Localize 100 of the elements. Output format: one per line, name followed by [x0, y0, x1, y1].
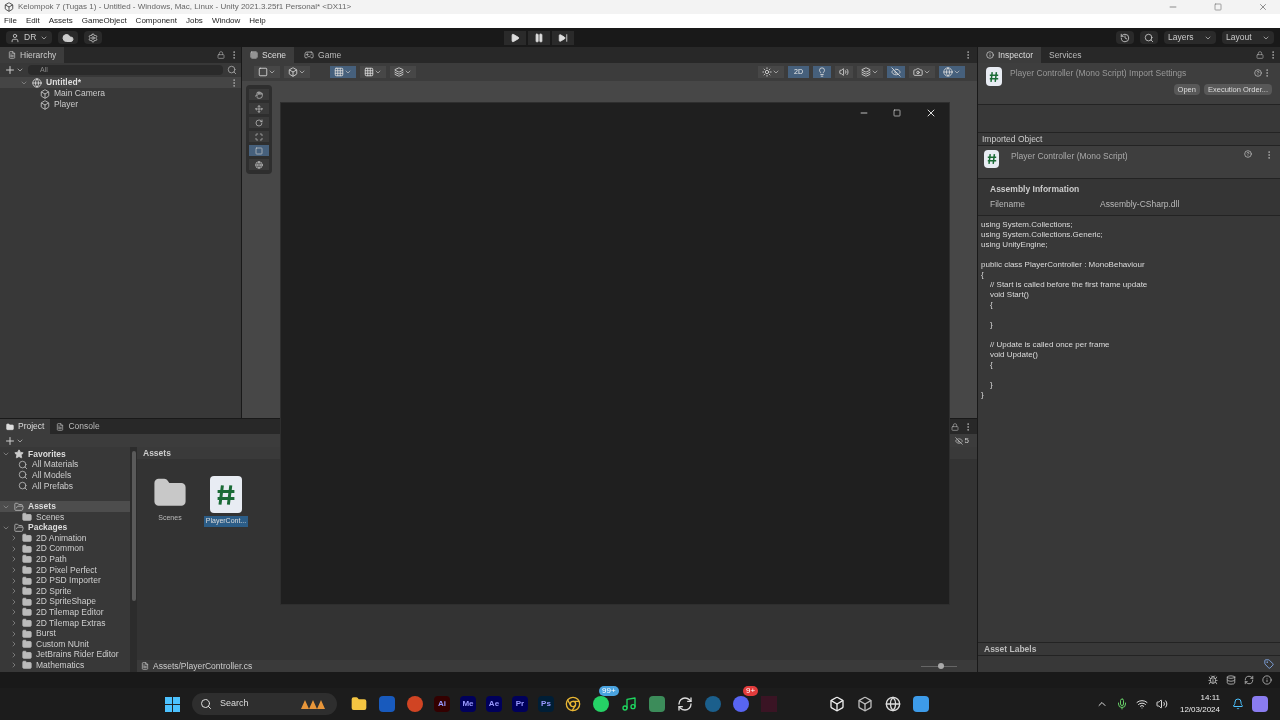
microphone-icon[interactable]: [1115, 698, 1128, 710]
project-tree-item[interactable]: Favorites: [0, 449, 130, 460]
menu-item[interactable]: Jobs: [185, 15, 203, 27]
grid-button[interactable]: [330, 66, 356, 78]
shading-button[interactable]: [284, 66, 310, 78]
menu-item[interactable]: Component: [135, 15, 177, 27]
menu-item[interactable]: Help: [249, 15, 266, 27]
audio-button[interactable]: [835, 66, 853, 78]
help-icon[interactable]: [1244, 150, 1252, 158]
project-tree-item[interactable]: All Models: [0, 470, 130, 481]
chat-app-icon[interactable]: [593, 696, 609, 712]
hierarchy-tab[interactable]: Hierarchy: [0, 47, 65, 63]
panel-tab[interactable]: Console: [50, 419, 106, 434]
cloud-button[interactable]: [58, 31, 79, 44]
app-icon[interactable]: Ae: [486, 696, 502, 712]
view-tab[interactable]: Game: [296, 47, 350, 63]
app-icon[interactable]: Ai: [434, 696, 450, 712]
inspector-tab[interactable]: Inspector: [978, 47, 1041, 63]
add-button[interactable]: [4, 64, 24, 76]
project-tree-item[interactable]: Burst: [0, 628, 130, 639]
project-tree-item[interactable]: 2D Path: [0, 554, 130, 565]
tool-button[interactable]: [249, 159, 269, 170]
layers-dropdown[interactable]: Layers: [1164, 31, 1216, 44]
lock-icon[interactable]: [951, 422, 959, 431]
volume-icon[interactable]: [1155, 698, 1168, 710]
clock-date[interactable]: 12/03/2024: [1179, 704, 1220, 716]
project-tree-item[interactable]: 2D SpriteShape: [0, 596, 130, 608]
sync-icon[interactable]: [677, 696, 693, 712]
bug-icon[interactable]: [1208, 675, 1218, 685]
scrollbar[interactable]: [130, 447, 137, 672]
cube-icon[interactable]: [857, 696, 873, 712]
search-icon[interactable]: [227, 65, 237, 75]
photos-icon[interactable]: [913, 696, 929, 712]
search-box[interactable]: Search: [192, 693, 337, 715]
render-button[interactable]: [758, 66, 785, 78]
music-app-icon[interactable]: [621, 696, 637, 712]
project-tree-item[interactable]: 2D Sprite: [0, 585, 130, 597]
steam-icon[interactable]: [705, 696, 721, 712]
panel-tab[interactable]: Project: [0, 419, 51, 434]
copilot-icon[interactable]: [1252, 696, 1268, 712]
menu-item[interactable]: File: [4, 15, 17, 27]
notifications-icon[interactable]: [1232, 698, 1244, 710]
close-icon[interactable]: [925, 107, 937, 119]
clock-time[interactable]: 14:11: [1200, 692, 1220, 704]
project-tree-item[interactable]: Assets: [0, 501, 130, 512]
project-tree-item[interactable]: 2D Tilemap Extras: [0, 617, 130, 629]
search-button[interactable]: [1140, 31, 1158, 44]
project-tree-item[interactable]: 2D Pixel Perfect: [0, 564, 130, 576]
project-tree-item[interactable]: Custom NUnit: [0, 638, 130, 650]
tool-button[interactable]: [249, 89, 269, 100]
refresh-icon[interactable]: [1244, 675, 1254, 685]
inspector-tab[interactable]: Services: [1040, 47, 1090, 63]
view-tab[interactable]: Scene: [242, 47, 295, 63]
game-app-icon[interactable]: [649, 696, 665, 712]
lighting-button[interactable]: [813, 66, 831, 78]
project-tree-item[interactable]: All Materials: [0, 459, 130, 471]
pause-button[interactable]: [528, 30, 551, 45]
help-icon[interactable]: [1254, 69, 1262, 78]
project-tree-item[interactable]: Mathematics: [0, 660, 130, 671]
stack-icon[interactable]: [1226, 675, 1236, 685]
project-tree-item[interactable]: 2D Tilemap Editor: [0, 607, 130, 618]
browser-icon[interactable]: [565, 696, 581, 712]
project-tree-item[interactable]: Packages: [0, 522, 130, 533]
project-tree-item[interactable]: JetBrains Rider Editor: [0, 649, 130, 660]
file-explorer-icon[interactable]: [351, 696, 367, 712]
breadcrumb[interactable]: Assets: [143, 446, 171, 460]
effects-button[interactable]: [857, 66, 883, 78]
project-tree-item[interactable]: 2D Animation: [0, 532, 130, 544]
menu-item[interactable]: Window: [211, 15, 241, 27]
scene-row[interactable]: Untitled*: [0, 77, 241, 88]
powerpoint-icon[interactable]: [407, 696, 423, 712]
play-button[interactable]: [504, 30, 527, 45]
account-dropdown[interactable]: DR: [6, 31, 53, 44]
network-icon[interactable]: [1135, 698, 1148, 710]
app-icon[interactable]: Pr: [512, 696, 528, 712]
increment-button[interactable]: [390, 66, 416, 78]
hierarchy-item[interactable]: Main Camera: [0, 88, 241, 99]
menu-item[interactable]: Assets: [48, 15, 73, 27]
project-tree-item[interactable]: Scenes: [0, 511, 130, 523]
gizmos-button[interactable]: [939, 66, 965, 78]
app-icon[interactable]: Ps: [538, 696, 554, 712]
project-tree-item[interactable]: All Prefabs: [0, 480, 130, 492]
hidden-count[interactable]: 5: [954, 434, 969, 447]
tool-button[interactable]: [249, 117, 269, 128]
snap-button[interactable]: [360, 66, 386, 78]
tag-icon[interactable]: [1264, 659, 1274, 669]
lock-icon[interactable]: [1256, 51, 1264, 59]
tool-button[interactable]: [249, 103, 269, 114]
project-tree-item[interactable]: 2D PSD Importer: [0, 575, 130, 586]
globe-icon[interactable]: [885, 696, 901, 712]
add-button[interactable]: [4, 434, 24, 447]
settings-button[interactable]: [84, 31, 103, 44]
step-button[interactable]: [552, 30, 575, 45]
camera-button[interactable]: [909, 66, 935, 78]
history-button[interactable]: [1116, 31, 1134, 44]
layout-dropdown[interactable]: Layout: [1222, 31, 1274, 44]
menu-item[interactable]: Edit: [25, 15, 40, 27]
visibility-button[interactable]: [887, 66, 905, 78]
app-icon[interactable]: Me: [460, 696, 476, 712]
lock-icon[interactable]: [217, 51, 225, 59]
